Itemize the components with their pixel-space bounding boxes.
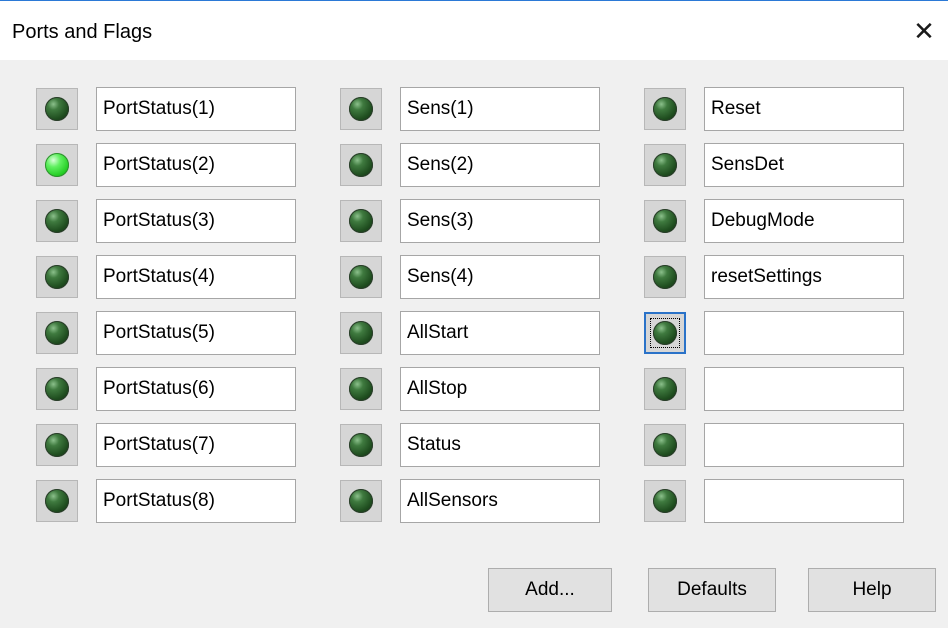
window-title: Ports and Flags bbox=[12, 21, 153, 43]
led-off-icon bbox=[653, 489, 677, 513]
flag-toggle-button[interactable] bbox=[36, 88, 78, 130]
flag-toggle-button[interactable] bbox=[340, 424, 382, 466]
flag-toggle-button[interactable] bbox=[340, 368, 382, 410]
led-off-icon bbox=[349, 97, 373, 121]
close-icon[interactable]: ✕ bbox=[900, 1, 948, 61]
flag-name-field[interactable]: AllSensors bbox=[400, 479, 600, 523]
flag-name-field[interactable]: PortStatus(8) bbox=[96, 479, 296, 523]
flag-toggle-button[interactable] bbox=[644, 88, 686, 130]
led-off-icon bbox=[653, 97, 677, 121]
flag-toggle-button[interactable] bbox=[644, 480, 686, 522]
flag-toggle-button[interactable] bbox=[36, 480, 78, 522]
led-off-icon bbox=[45, 489, 69, 513]
flag-name-field[interactable]: SensDet bbox=[704, 143, 904, 187]
title-bar: Ports and Flags ✕ bbox=[0, 0, 948, 60]
flag-toggle-button[interactable] bbox=[340, 88, 382, 130]
led-off-icon bbox=[349, 489, 373, 513]
led-off-icon bbox=[349, 321, 373, 345]
led-off-icon bbox=[653, 321, 677, 345]
flag-toggle-button[interactable] bbox=[36, 200, 78, 242]
led-off-icon bbox=[349, 153, 373, 177]
led-off-icon bbox=[45, 433, 69, 457]
help-button[interactable]: Help bbox=[808, 568, 936, 612]
led-off-icon bbox=[653, 153, 677, 177]
flag-toggle-button[interactable] bbox=[644, 424, 686, 466]
flag-toggle-button[interactable] bbox=[36, 144, 78, 186]
flag-toggle-button[interactable] bbox=[644, 256, 686, 298]
flag-name-field[interactable]: Sens(2) bbox=[400, 143, 600, 187]
flag-toggle-button[interactable] bbox=[36, 312, 78, 354]
flag-name-field[interactable]: PortStatus(1) bbox=[96, 87, 296, 131]
flag-name-field[interactable]: AllStart bbox=[400, 311, 600, 355]
led-off-icon bbox=[653, 265, 677, 289]
led-off-icon bbox=[45, 209, 69, 233]
flag-name-field[interactable] bbox=[704, 423, 904, 467]
flag-name-field[interactable]: PortStatus(7) bbox=[96, 423, 296, 467]
flag-toggle-button[interactable] bbox=[36, 256, 78, 298]
led-off-icon bbox=[349, 265, 373, 289]
flag-toggle-button[interactable] bbox=[36, 424, 78, 466]
flag-toggle-button[interactable] bbox=[340, 256, 382, 298]
flag-name-field[interactable]: Reset bbox=[704, 87, 904, 131]
flag-name-field[interactable]: resetSettings bbox=[704, 255, 904, 299]
add-button[interactable]: Add... bbox=[488, 568, 612, 612]
flag-name-field[interactable]: Status bbox=[400, 423, 600, 467]
flag-toggle-button[interactable] bbox=[644, 144, 686, 186]
flag-name-field[interactable]: PortStatus(5) bbox=[96, 311, 296, 355]
flag-toggle-button[interactable] bbox=[644, 200, 686, 242]
flag-toggle-button[interactable] bbox=[36, 368, 78, 410]
led-off-icon bbox=[45, 321, 69, 345]
led-off-icon bbox=[45, 377, 69, 401]
led-off-icon bbox=[349, 433, 373, 457]
flag-name-field[interactable] bbox=[704, 367, 904, 411]
flag-name-field[interactable]: PortStatus(2) bbox=[96, 143, 296, 187]
led-off-icon bbox=[349, 209, 373, 233]
led-off-icon bbox=[45, 265, 69, 289]
led-off-icon bbox=[653, 209, 677, 233]
flag-name-field[interactable]: Sens(1) bbox=[400, 87, 600, 131]
flag-name-field[interactable]: PortStatus(4) bbox=[96, 255, 296, 299]
led-off-icon bbox=[653, 377, 677, 401]
led-off-icon bbox=[349, 377, 373, 401]
flag-name-field[interactable] bbox=[704, 311, 904, 355]
flag-toggle-button[interactable] bbox=[340, 480, 382, 522]
flag-name-field[interactable]: DebugMode bbox=[704, 199, 904, 243]
flag-name-field[interactable]: Sens(3) bbox=[400, 199, 600, 243]
flag-name-field[interactable]: PortStatus(3) bbox=[96, 199, 296, 243]
led-off-icon bbox=[653, 433, 677, 457]
flag-toggle-button[interactable] bbox=[340, 144, 382, 186]
flag-toggle-button[interactable] bbox=[340, 312, 382, 354]
flag-name-field[interactable]: Sens(4) bbox=[400, 255, 600, 299]
defaults-button[interactable]: Defaults bbox=[648, 568, 776, 612]
flag-toggle-button[interactable] bbox=[644, 312, 686, 354]
led-on-icon bbox=[45, 153, 69, 177]
flag-name-field[interactable] bbox=[704, 479, 904, 523]
flag-toggle-button[interactable] bbox=[644, 368, 686, 410]
flag-name-field[interactable]: AllStop bbox=[400, 367, 600, 411]
led-off-icon bbox=[45, 97, 69, 121]
flag-toggle-button[interactable] bbox=[340, 200, 382, 242]
flag-name-field[interactable]: PortStatus(6) bbox=[96, 367, 296, 411]
